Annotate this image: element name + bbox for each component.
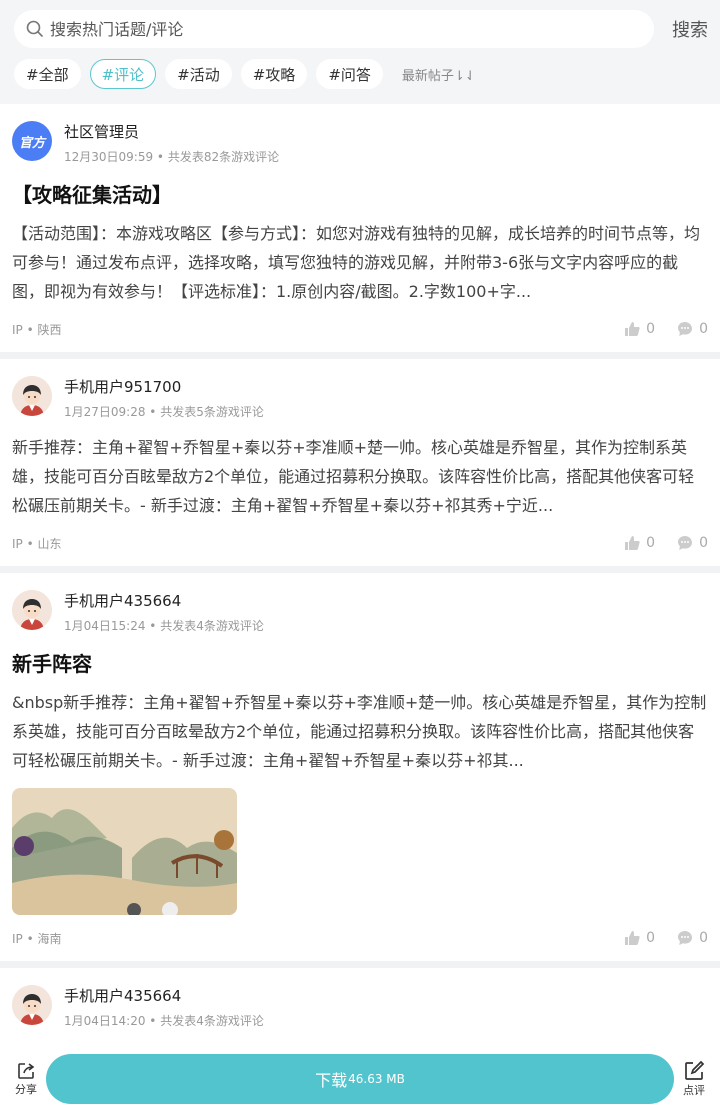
like-count: 0	[646, 321, 656, 337]
comment-button[interactable]: 0	[677, 535, 708, 551]
official-avatar[interactable]: 官方	[12, 121, 52, 161]
author-info: 社区管理员 12月30日09:59 • 共发表82条游戏评论	[64, 120, 279, 165]
author-meta: 1月27日09:28 • 共发表5条游戏评论	[64, 405, 264, 419]
share-icon	[18, 1063, 35, 1079]
search-row: 搜索	[14, 10, 708, 48]
thumbs-up-icon	[625, 322, 640, 336]
author-meta: 12月30日09:59 • 共发表82条游戏评论	[64, 150, 280, 164]
comment-count: 0	[699, 535, 708, 551]
post-card[interactable]: 手机用户951700 1月27日09:28 • 共发表5条游戏评论 新手推荐：主…	[0, 359, 720, 566]
tab-all[interactable]: #全部	[14, 59, 81, 89]
post-author: 官方 社区管理员 12月30日09:59 • 共发表82条游戏评论	[12, 120, 708, 168]
search-button[interactable]: 搜索	[662, 16, 708, 42]
avatar-illustration	[12, 376, 52, 416]
ip-location: IP • 海南	[12, 931, 62, 946]
comment-icon	[678, 536, 693, 550]
share-button[interactable]: 分享	[12, 1061, 40, 1097]
game-screenshot	[12, 788, 237, 915]
tab-events[interactable]: #活动	[165, 59, 232, 89]
post-card[interactable]: 官方 社区管理员 12月30日09:59 • 共发表82条游戏评论 【攻略征集活…	[0, 104, 720, 352]
like-button[interactable]: 0	[624, 930, 655, 946]
like-count: 0	[646, 535, 656, 551]
search-input[interactable]	[50, 19, 610, 39]
comment-button[interactable]: 0	[677, 321, 708, 337]
like-button[interactable]: 0	[624, 535, 655, 551]
tab-guides[interactable]: #攻略	[240, 59, 308, 89]
user-avatar[interactable]	[12, 590, 52, 630]
comment-button[interactable]: 0	[677, 930, 708, 946]
tab-qa[interactable]: #问答	[316, 59, 383, 89]
download-button[interactable]: 下载 46.63 MB	[46, 1054, 674, 1104]
search-icon	[26, 20, 43, 37]
post-author: 手机用户951700 1月27日09:28 • 共发表5条游戏评论	[12, 375, 708, 423]
edit-icon	[685, 1060, 705, 1080]
post-content: 【活动范围】：本游戏攻略区【参与方式】：如您对游戏有独特的见解，成长培养的时间节…	[12, 224, 701, 301]
user-avatar[interactable]	[12, 985, 52, 1025]
post-author: 手机用户435664 1月04日14:20 • 共发表4条游戏评论	[12, 984, 708, 1032]
author-name[interactable]: 手机用户435664	[64, 591, 264, 611]
post-image[interactable]	[12, 788, 237, 915]
bottom-action-bar: 分享 下载 46.63 MB 点评	[0, 1047, 720, 1111]
post-content: &nbsp新手推荐：主角+翟智+乔智星+秦以芬+李准顺+楚一帅。核心英雄是乔智星…	[12, 693, 707, 770]
post-footer: IP • 山东 0 0	[12, 520, 708, 566]
download-label: 下载	[315, 1071, 348, 1090]
tab-reviews[interactable]: #评论	[89, 59, 157, 89]
comment-icon	[678, 931, 693, 945]
author-name[interactable]: 手机用户435664	[64, 986, 264, 1006]
comment-count: 0	[699, 321, 708, 337]
author-name[interactable]: 社区管理员	[64, 122, 279, 142]
post-footer: IP • 海南 0 0	[12, 915, 708, 961]
avatar-illustration	[12, 590, 52, 630]
author-info: 手机用户951700 1月27日09:28 • 共发表5条游戏评论	[64, 375, 264, 420]
post-card[interactable]: 手机用户435664 1月04日14:20 • 共发表4条游戏评论	[0, 968, 720, 1058]
download-size: 46.63 MB	[348, 1072, 405, 1086]
comment-count: 0	[699, 930, 708, 946]
author-info: 手机用户435664 1月04日15:24 • 共发表4条游戏评论	[64, 589, 264, 634]
review-label: 点评	[683, 1084, 705, 1097]
thumbs-up-icon	[625, 536, 640, 550]
share-label: 分享	[15, 1083, 37, 1096]
user-avatar[interactable]	[12, 376, 52, 416]
post-card[interactable]: 手机用户435664 1月04日15:24 • 共发表4条游戏评论 新手阵容 &…	[0, 573, 720, 961]
like-button[interactable]: 0	[624, 321, 655, 337]
ip-location: IP • 山东	[12, 536, 62, 551]
like-count: 0	[646, 930, 656, 946]
post-title: 【攻略征集活动】	[12, 183, 172, 207]
ip-location: IP • 陕西	[12, 322, 62, 337]
author-name[interactable]: 手机用户951700	[64, 377, 264, 397]
post-content: 新手推荐：主角+翟智+乔智星+秦以芬+李准顺+楚一帅。核心英雄是乔智星，其作为控…	[12, 438, 695, 515]
review-button[interactable]: 点评	[680, 1060, 708, 1098]
search-box[interactable]	[14, 10, 654, 48]
top-bar: 搜索 #全部 #评论 #活动 #攻略 #问答 最新帖子⇂⇃	[0, 0, 720, 104]
author-meta: 1月04日14:20 • 共发表4条游戏评论	[64, 1014, 264, 1028]
author-info: 手机用户435664 1月04日14:20 • 共发表4条游戏评论	[64, 984, 264, 1029]
post-title: 新手阵容	[12, 652, 92, 676]
topic-tabs: #全部 #评论 #活动 #攻略 #问答 最新帖子⇂⇃	[14, 59, 708, 89]
post-footer: IP • 陕西 0 0	[12, 306, 708, 352]
comment-icon	[678, 322, 693, 336]
sort-dropdown[interactable]: 最新帖子⇂⇃	[402, 65, 476, 84]
author-meta: 1月04日15:24 • 共发表4条游戏评论	[64, 619, 264, 633]
thumbs-up-icon	[625, 931, 640, 945]
avatar-illustration	[12, 985, 52, 1025]
post-author: 手机用户435664 1月04日15:24 • 共发表4条游戏评论	[12, 589, 708, 637]
